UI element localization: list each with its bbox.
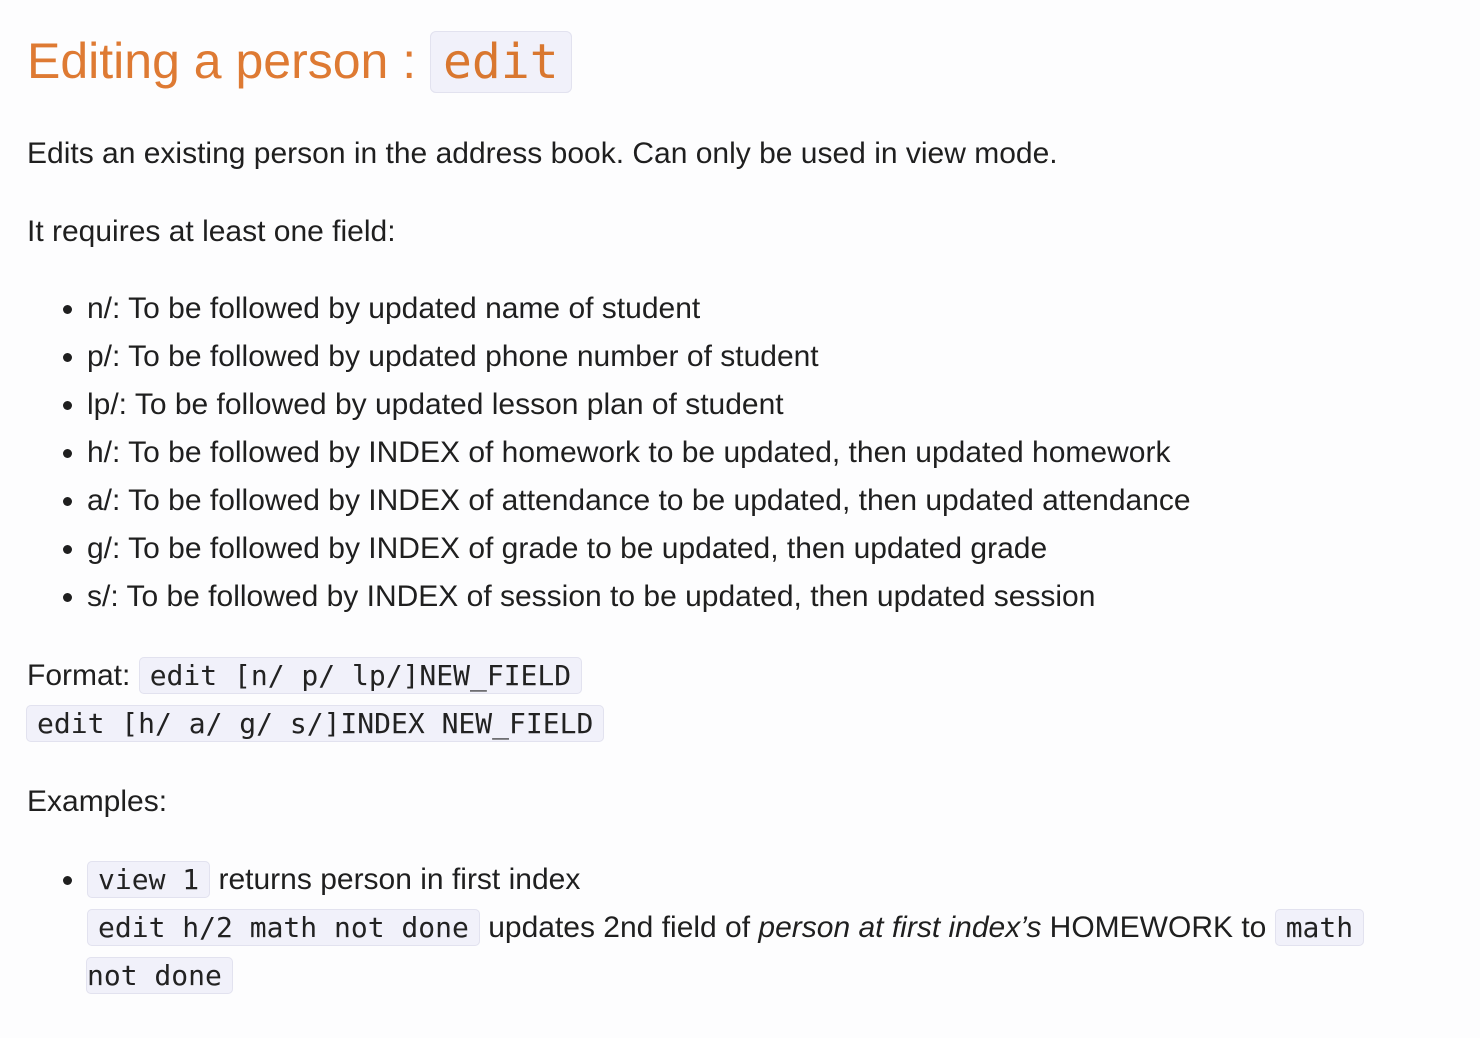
example-edit-code: edit h/2 math not done xyxy=(87,909,480,946)
list-item: n/: To be followed by updated name of st… xyxy=(87,285,1191,333)
format-label: Format: xyxy=(27,659,139,692)
page-title-code: edit xyxy=(430,31,572,93)
example-view-text: returns person in first index xyxy=(210,863,581,896)
list-item: g/: To be followed by INDEX of grade to … xyxy=(87,525,1191,573)
example-view-code: view 1 xyxy=(87,861,211,898)
example-edit-line: edit h/2 math not done updates 2nd field… xyxy=(87,904,1452,952)
list-item: h/: To be followed by INDEX of homework … xyxy=(87,429,1191,477)
examples-list: view 1 returns person in first index edi… xyxy=(27,856,1452,1000)
example-edit-text-2: HOMEWORK to xyxy=(1041,911,1275,944)
list-item: a/: To be followed by INDEX of attendanc… xyxy=(87,477,1191,525)
example-edit-line-2: not done xyxy=(86,952,1452,1000)
examples-label: Examples: xyxy=(27,785,168,818)
list-item: s/: To be followed by INDEX of session t… xyxy=(87,573,1191,621)
list-item: p/: To be followed by updated phone numb… xyxy=(87,333,1191,381)
page-title: Editing a person : edit xyxy=(27,28,572,95)
description-text: Edits an existing person in the address … xyxy=(27,137,1058,170)
example-view-line: view 1 returns person in first index xyxy=(87,856,1452,904)
example-edit-code-2b: not done xyxy=(86,957,233,994)
requirement-text: It requires at least one field: xyxy=(27,215,396,248)
format-paragraph: Format: edit [n/ p/ lp/]NEW_FIELDedit [h… xyxy=(26,652,605,748)
page-title-text: Editing a person : xyxy=(27,33,431,89)
format-code-1: edit [n/ p/ lp/]NEW_FIELD xyxy=(138,657,583,694)
example-edit-code-2a: math xyxy=(1274,909,1365,946)
field-list: n/: To be followed by updated name of st… xyxy=(27,285,1191,621)
documentation-page: Editing a person : edit Edits an existin… xyxy=(0,0,1480,1038)
format-code-2: edit [h/ a/ g/ s/]INDEX NEW_FIELD xyxy=(26,705,605,742)
list-item: view 1 returns person in first index edi… xyxy=(86,856,1452,1000)
example-edit-italic: person at first index’s xyxy=(758,911,1042,944)
list-item: lp/: To be followed by updated lesson pl… xyxy=(87,381,1191,429)
example-edit-text-1: updates 2nd field of xyxy=(479,911,759,944)
